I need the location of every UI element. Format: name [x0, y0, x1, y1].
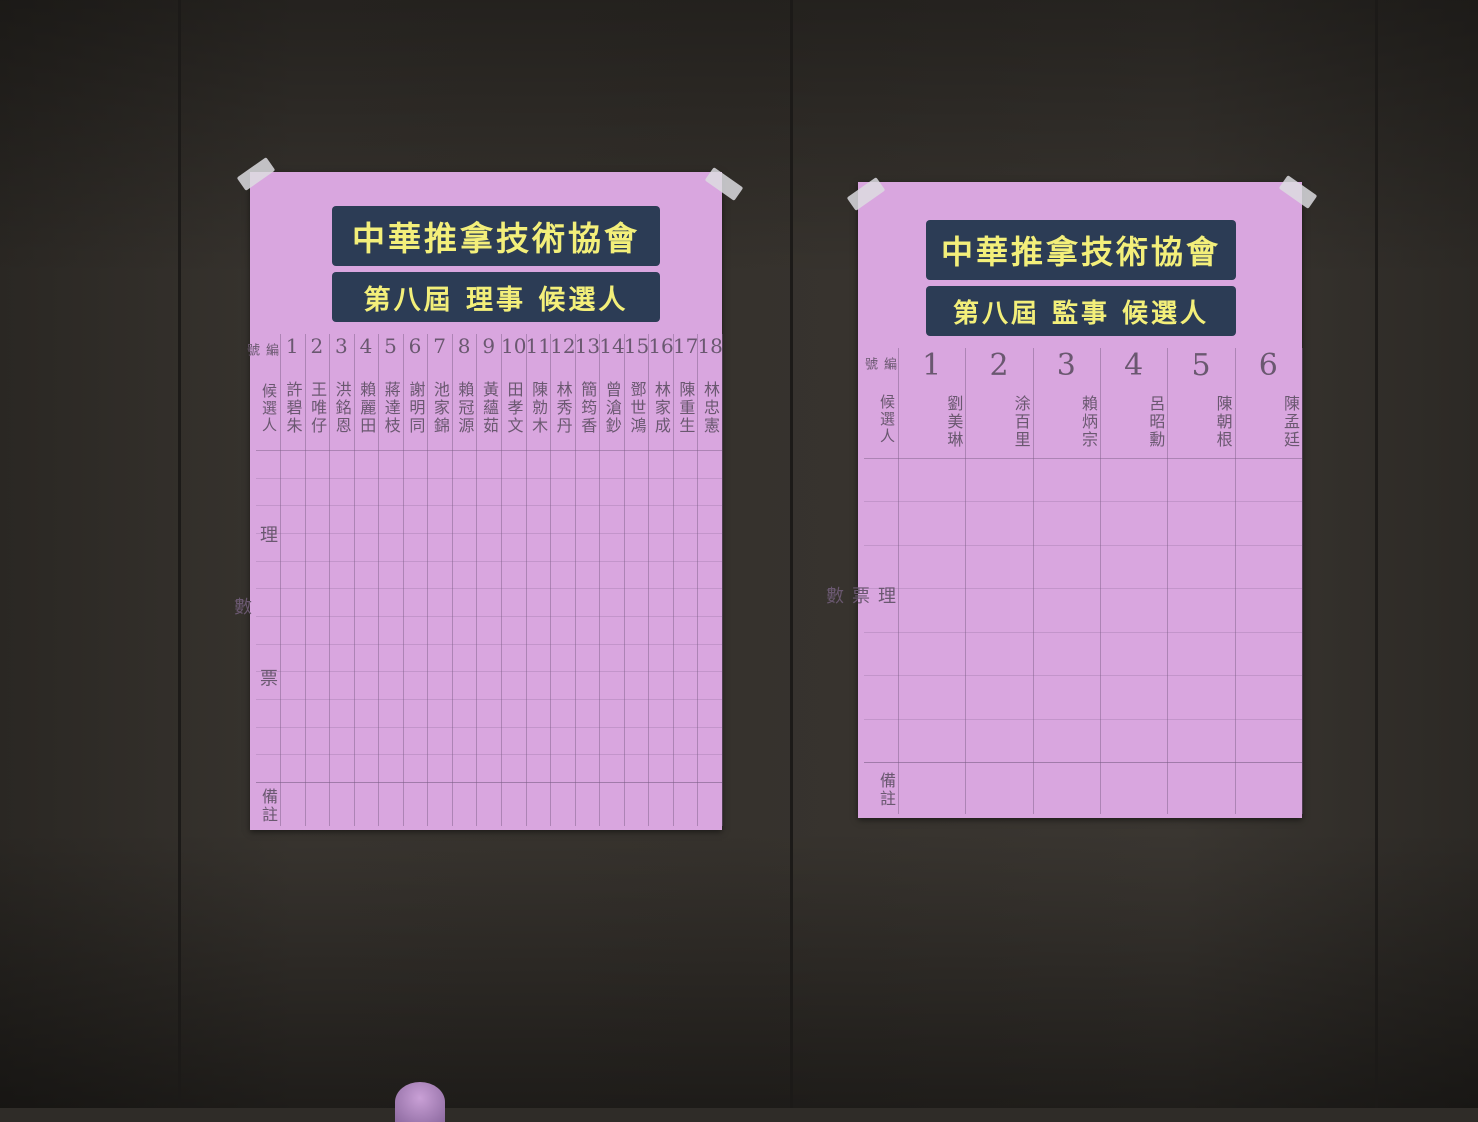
grid-line	[864, 718, 1302, 720]
candidate-number: 6	[408, 334, 422, 358]
grid-line	[256, 450, 722, 451]
grid-line	[1302, 348, 1303, 814]
header-label: 編號	[862, 356, 896, 372]
candidate-number: 4	[359, 334, 373, 358]
candidate-number: 12	[550, 334, 576, 358]
grid-line	[256, 643, 722, 645]
grid-line	[256, 671, 722, 673]
candidate-name: 謝明同	[406, 381, 426, 435]
grid-line	[256, 477, 722, 479]
candidate-number: 14	[599, 334, 625, 358]
candidate-name: 賴炳宗	[1078, 395, 1098, 449]
candidate-number: 10	[501, 334, 527, 358]
grid-line	[256, 505, 722, 507]
candidate-number: 4	[1124, 348, 1144, 383]
grid-line	[256, 754, 722, 756]
header-label: 編號	[244, 342, 278, 358]
candidate-number: 2	[989, 348, 1009, 383]
candidate-label: 候選人	[878, 393, 896, 445]
candidate-number: 3	[335, 334, 348, 358]
poster-directors: 中華推拿技術協會 第八屆 理事 候選人 編號候選人理 票 數備註 1 許碧朱 2 王唯仔…	[231, 172, 723, 830]
grid-line	[256, 588, 722, 590]
candidate-name: 賴麗田	[357, 381, 377, 435]
grid-line	[256, 533, 722, 534]
candidate-name: 陳勍木	[529, 381, 549, 435]
poster-subtitle: 第八屆 監事 候選人	[926, 286, 1236, 336]
candidate-number: 7	[433, 334, 446, 358]
grid-line	[256, 782, 722, 783]
candidate-name: 劉美琳	[944, 395, 964, 449]
grid-line	[864, 458, 1302, 459]
candidate-number: 17	[672, 334, 699, 358]
wall-seam-right	[1375, 0, 1378, 1108]
candidate-number: 18	[697, 334, 723, 358]
poster-subtitle: 第八屆 理事 候選人	[332, 272, 660, 322]
candidate-label: 候選人	[260, 382, 278, 434]
grid-line	[256, 616, 722, 617]
grid-line	[864, 588, 1302, 590]
candidate-number: 15	[623, 334, 650, 358]
candidate-name: 陳重生	[676, 381, 696, 435]
poster-title: 中華推拿技術協會	[926, 220, 1236, 280]
grid-line	[864, 675, 1302, 677]
candidate-number: 2	[310, 334, 324, 358]
grid-line	[864, 762, 1302, 763]
candidate-name: 涂百里	[1011, 395, 1031, 449]
candidate-name: 王唯仔	[308, 381, 328, 435]
remark-label: 備註	[877, 772, 896, 808]
candidate-name: 曾滄鈔	[602, 381, 622, 435]
grid-line	[256, 699, 722, 700]
poster-title: 中華推拿技術協會	[332, 206, 660, 266]
candidate-number: 5	[384, 334, 397, 358]
candidate-name: 林秀丹	[553, 381, 573, 435]
candidate-number: 1	[285, 334, 299, 358]
fingertip	[395, 1082, 445, 1122]
candidate-name: 呂昭勳	[1146, 395, 1166, 449]
ballot-grid: 編號候選人理 票 數備註 1 劉美琳 2 涂百里 3 賴炳宗 4 呂昭勳 5 陳朝根 6 陳孟廷	[823, 348, 1303, 814]
candidate-name: 賴冠源	[455, 381, 475, 435]
remark-label: 備註	[259, 788, 278, 824]
candidate-name: 蔣達枝	[381, 381, 401, 435]
candidate-name: 洪銘恩	[332, 381, 352, 435]
grid-line	[256, 560, 722, 562]
candidate-name: 林忠憲	[700, 381, 720, 435]
grid-line	[256, 726, 722, 728]
candidate-number: 11	[525, 334, 551, 358]
ballot-grid: 編號候選人理 票 數備註 1 許碧朱 2 王唯仔 3 洪銘恩 4 賴麗田 5 蔣達枝 6 謝明同 7 池家錦…	[231, 334, 723, 826]
grid-line	[864, 631, 1302, 633]
candidate-number: 8	[457, 334, 471, 358]
grid-line	[864, 544, 1302, 546]
candidate-name: 黃蘊茹	[479, 381, 499, 435]
poster-supervisors: 中華推拿技術協會 第八屆 監事 候選人 編號候選人理 票 數備註 1 劉美琳 2 涂百里…	[823, 182, 1303, 818]
candidate-number: 5	[1191, 348, 1211, 383]
candidate-name: 池家錦	[430, 381, 450, 435]
candidate-name: 林家成	[651, 381, 671, 435]
vote-count-label: 理 票 數	[231, 525, 278, 747]
candidate-number: 1	[922, 348, 942, 383]
candidate-name: 陳朝根	[1213, 395, 1233, 449]
candidate-name: 許碧朱	[283, 381, 303, 435]
candidate-number: 13	[574, 334, 601, 358]
candidate-name: 簡筠香	[578, 381, 598, 435]
wall-seam-left	[178, 0, 181, 1108]
grid-line	[722, 334, 723, 826]
candidate-name: 陳孟廷	[1280, 395, 1300, 449]
candidate-name: 鄧世鴻	[627, 381, 647, 435]
candidate-number: 16	[648, 334, 674, 358]
vote-count-label: 理 票 數	[823, 586, 896, 674]
candidate-number: 3	[1056, 348, 1076, 383]
candidate-name: 田孝文	[504, 381, 524, 435]
candidate-number: 6	[1258, 348, 1278, 383]
wall-seam-middle	[790, 0, 793, 1108]
grid-line	[864, 501, 1302, 503]
candidate-number: 9	[482, 334, 496, 358]
